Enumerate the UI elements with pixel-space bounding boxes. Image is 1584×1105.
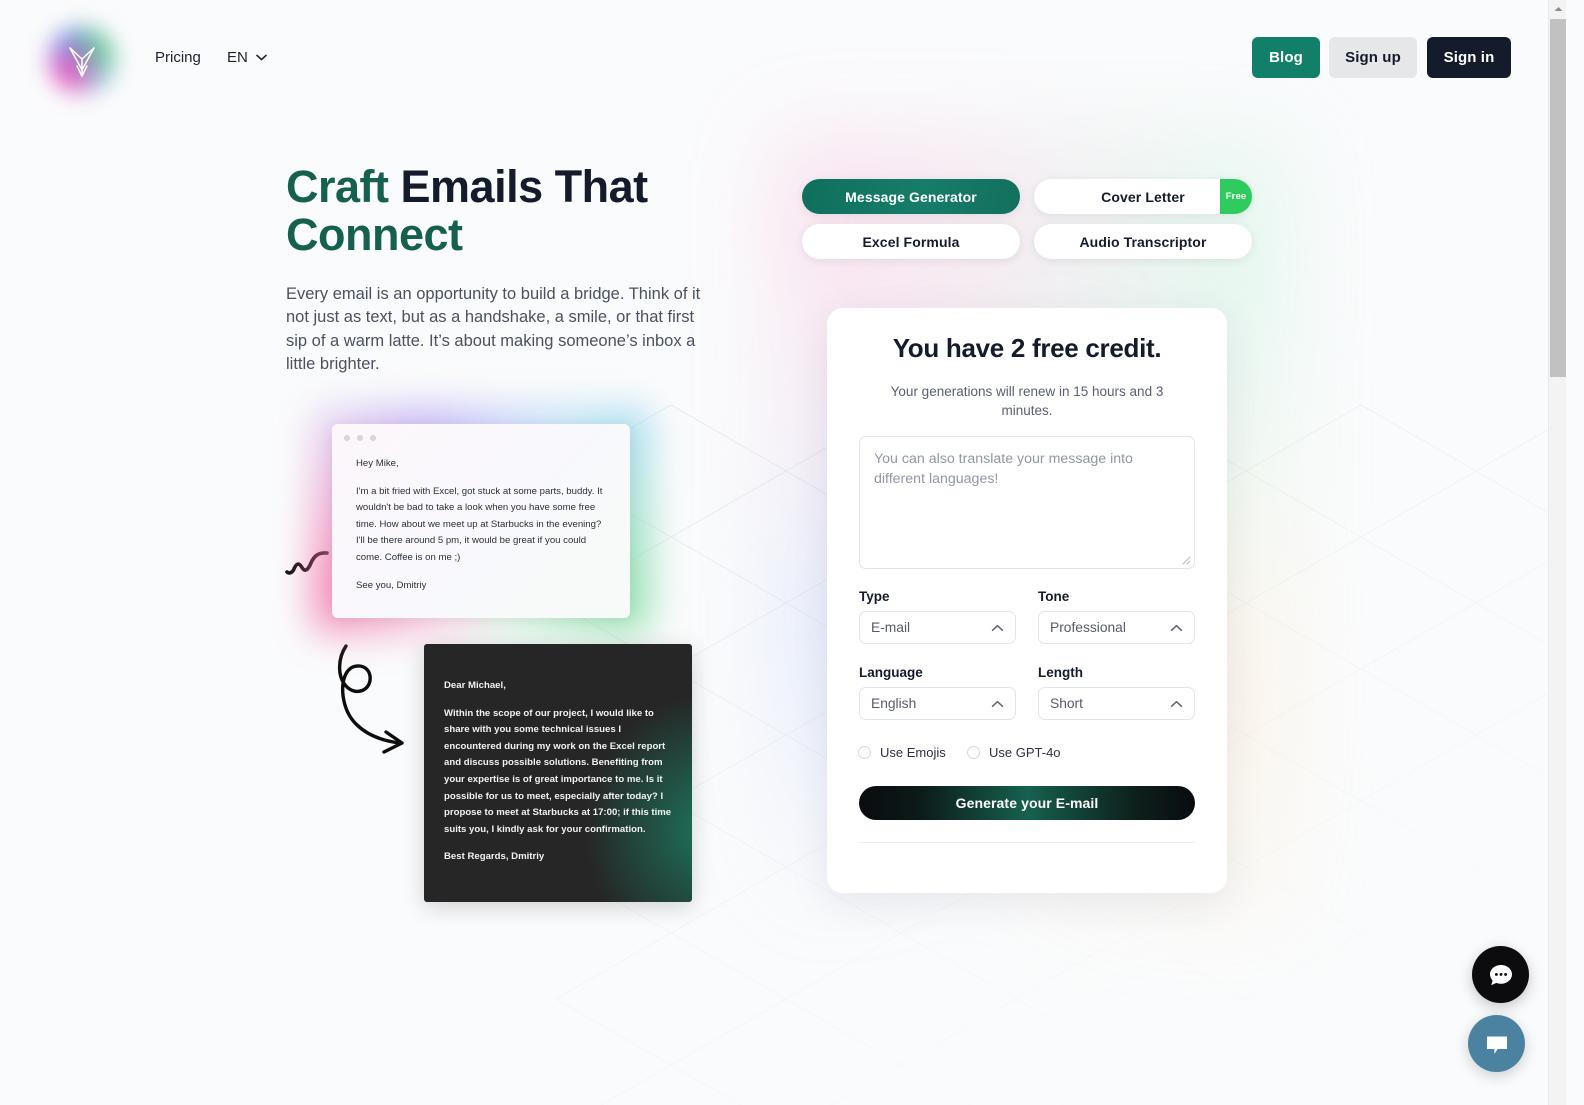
tone-select-value: Professional	[1050, 620, 1126, 635]
formal-email-card: Dear Michael, Within the scope of our pr…	[424, 644, 692, 902]
chevron-up-icon	[1170, 700, 1183, 707]
generate-email-button[interactable]: Generate your E-mail	[859, 786, 1195, 820]
tab-audio-transcriptor-label: Audio Transcriptor	[1079, 233, 1207, 250]
field-language-label: Language	[859, 665, 923, 680]
formal-email-signoff: Best Regards, Dmitriy	[444, 851, 545, 863]
page-title: Craft Emails That Connect	[286, 161, 746, 261]
page-title-accent-2: Connect	[286, 209, 463, 261]
field-tone: Tone Professional	[1038, 589, 1195, 644]
tab-message-generator-label: Message Generator	[845, 188, 977, 205]
use-gpt4o-label: Use GPT-4o	[989, 745, 1061, 760]
nav-link-pricing[interactable]: Pricing	[155, 49, 201, 66]
chevron-down-icon	[256, 54, 267, 61]
page-root: Pricing EN Blog Sign up Sign in Craft Em…	[0, 0, 1566, 1105]
chat-widget-dark-button[interactable]	[1472, 946, 1529, 1003]
informal-email-card: Hey Mike, I'm a bit fried with Excel, go…	[332, 424, 630, 618]
tab-excel-formula-label: Excel Formula	[862, 233, 960, 250]
language-selector[interactable]: EN	[227, 49, 267, 66]
type-select-value: E-mail	[871, 620, 911, 635]
length-select[interactable]: Short	[1038, 687, 1195, 720]
informal-email-signoff: See you, Dmitriy	[356, 579, 427, 591]
chevron-up-icon	[1170, 624, 1183, 631]
tool-tabs: Message Generator Cover Letter Free Exce…	[802, 179, 1252, 259]
generator-form-card: You have 2 free credit. Your generations…	[827, 308, 1227, 893]
language-selector-label: EN	[227, 49, 248, 66]
formal-email-text: Dear Michael, Within the scope of our pr…	[444, 678, 674, 866]
informal-email-mockup: Hey Mike, I'm a bit fried with Excel, go…	[310, 406, 652, 636]
use-emojis-label: Use Emojis	[880, 745, 946, 760]
page-subtitle: Every email is an opportunity to build a…	[286, 285, 701, 374]
use-emojis-checkbox[interactable]: Use Emojis	[858, 745, 946, 760]
chat-bubble-dots-icon	[1489, 964, 1512, 985]
signup-button[interactable]: Sign up	[1329, 37, 1417, 78]
vuela-logo[interactable]	[48, 26, 116, 94]
chat-bubble-icon	[1486, 1036, 1507, 1054]
formal-email-body: Within the scope of our project, I would…	[444, 707, 672, 835]
language-select[interactable]: English	[859, 687, 1016, 720]
free-badge: Free	[1220, 179, 1252, 214]
type-select[interactable]: E-mail	[859, 611, 1016, 644]
use-gpt4o-checkbox[interactable]: Use GPT-4o	[967, 745, 1061, 760]
field-length: Length Short	[1038, 665, 1195, 720]
checkbox-circle-icon	[858, 746, 871, 759]
informal-email-text: Hey Mike, I'm a bit fried with Excel, go…	[356, 456, 608, 594]
formal-email-greeting: Dear Michael,	[444, 680, 506, 691]
scrollbar-thumb[interactable]	[1550, 19, 1566, 377]
tone-select[interactable]: Professional	[1038, 611, 1195, 644]
tab-audio-transcriptor[interactable]: Audio Transcriptor	[1034, 224, 1252, 259]
chat-widget-blue-button[interactable]	[1468, 1015, 1525, 1072]
chevron-up-icon	[1554, 7, 1562, 11]
tab-cover-letter[interactable]: Cover Letter Free	[1034, 179, 1252, 214]
informal-email-body: I'm a bit fried with Excel, got stuck at…	[356, 485, 603, 563]
length-select-value: Short	[1050, 696, 1083, 711]
blog-button[interactable]: Blog	[1252, 37, 1320, 78]
site-header: Pricing EN Blog Sign up Sign in	[0, 0, 1566, 116]
field-type-label: Type	[859, 589, 890, 604]
field-tone-label: Tone	[1038, 589, 1070, 604]
prompt-input[interactable]	[859, 436, 1195, 569]
checkbox-circle-icon	[967, 746, 980, 759]
chevron-up-icon	[991, 624, 1004, 631]
tab-cover-letter-label: Cover Letter	[1101, 188, 1185, 205]
language-select-value: English	[871, 696, 917, 711]
scrollbar-up-arrow[interactable]	[1549, 0, 1566, 18]
credit-title: You have 2 free credit.	[892, 333, 1162, 363]
card-divider	[859, 842, 1195, 843]
informal-email-greeting: Hey Mike,	[356, 458, 399, 469]
tab-message-generator[interactable]: Message Generator	[802, 179, 1020, 214]
window-dots-icon	[344, 435, 376, 441]
page-title-accent-1: Craft	[286, 161, 401, 212]
field-language: Language English	[859, 665, 1016, 720]
logo-mark-icon	[69, 47, 95, 77]
chevron-up-icon	[991, 700, 1004, 707]
credit-subtitle: Your generations will renew in 15 hours …	[890, 384, 1164, 419]
field-type: Type E-mail	[859, 589, 1016, 644]
field-length-label: Length	[1038, 665, 1083, 680]
curved-arrow-doodle-icon	[337, 644, 404, 754]
page-title-dark: Emails That	[400, 161, 649, 212]
page-scrollbar[interactable]	[1548, 0, 1566, 1105]
tab-excel-formula[interactable]: Excel Formula	[802, 224, 1020, 259]
signin-button[interactable]: Sign in	[1427, 37, 1511, 78]
